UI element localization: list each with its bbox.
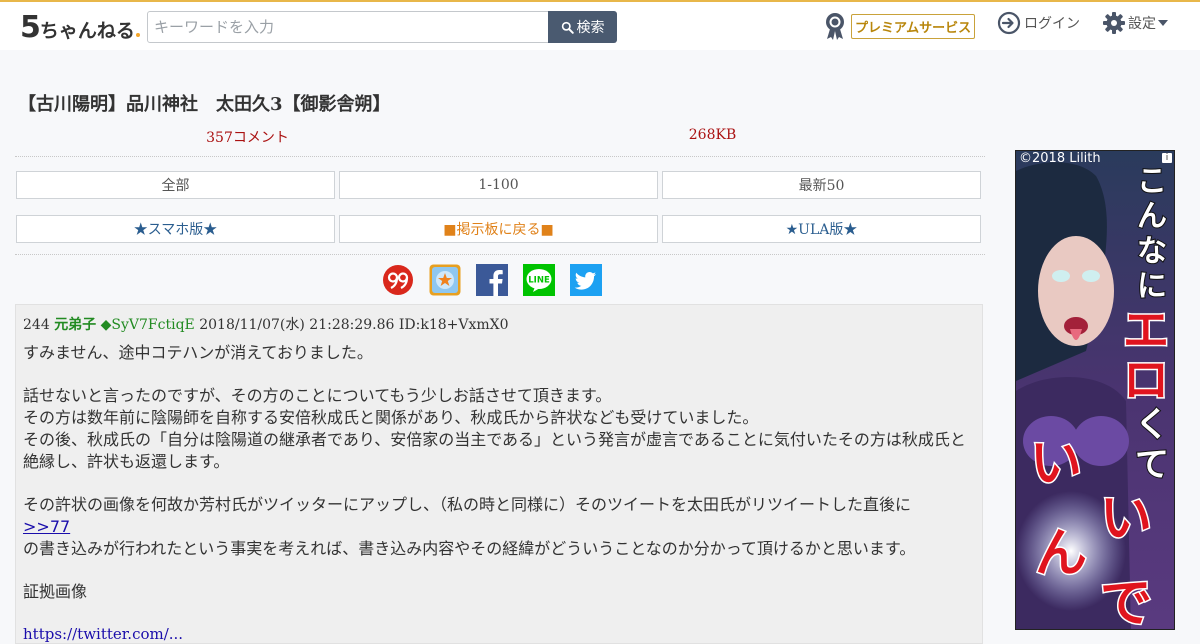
post-line: すみません、途中コテハンが消えておりました。 — [23, 343, 373, 362]
settings-label: 設定 — [1128, 16, 1156, 32]
poster-trip: ◆SyV7FctiqE — [100, 317, 195, 333]
svg-text:ん: ん — [1035, 524, 1087, 584]
post-line: の書き込みが行われたという事実を考えれば、書き込み内容やその経緯がどういうことな… — [23, 539, 916, 558]
gear-icon — [1103, 12, 1125, 34]
evidence-link[interactable]: https://twitter.com/... — [23, 625, 183, 643]
search-icon — [561, 21, 574, 34]
search-button-label: 検索 — [576, 20, 605, 36]
post-line: 証拠画像 — [23, 582, 88, 601]
search-input[interactable] — [147, 11, 550, 43]
svg-text:こ: こ — [1137, 164, 1167, 199]
facebook-icon[interactable] — [476, 264, 508, 296]
5ch-99-icon[interactable] — [382, 264, 414, 296]
svg-text:い: い — [1100, 489, 1152, 549]
login-label: ログイン — [1024, 16, 1080, 32]
thread-title: 【古川陽明】品川神社 太田久3【御影舎朔】 — [18, 94, 391, 115]
search-button[interactable]: 検索 — [548, 11, 617, 43]
version-nav-row: ★スマホ版★ ■掲示板に戻る■ ★ULA版★ — [16, 215, 981, 243]
share-buttons: LINE — [382, 264, 602, 296]
post-header: 244 元弟子 ◆SyV7FctiqE 2018/11/07(水) 21:28:… — [23, 314, 509, 334]
logo-dot — [135, 33, 140, 37]
svg-text:ん: ん — [1137, 199, 1167, 234]
thread-nav-row: 全部 1-100 最新50 — [16, 171, 981, 199]
post-number[interactable]: 244 — [23, 317, 50, 333]
premium-label: プレミアムサービス — [851, 13, 976, 39]
latest-50-button[interactable]: 最新50 — [662, 171, 981, 199]
settings-menu[interactable]: 設定 — [1102, 11, 1168, 35]
show-1-100-button[interactable]: 1-100 — [339, 171, 658, 199]
ad-artwork: こ ん な に エ ロ く て い い ん で — [1016, 151, 1174, 630]
divider — [15, 156, 985, 157]
advertisement-banner[interactable]: こ ん な に エ ロ く て い い ん で ©2018 Lilith i — [1015, 150, 1175, 630]
thread-size: 268KB — [688, 127, 737, 143]
site-header: 5ちゃんねる 検索 プレミアムサービス ログイン — [0, 2, 1200, 50]
award-ribbon-icon — [826, 13, 844, 40]
caret-down-icon — [1158, 20, 1168, 26]
line-icon-text: LINE — [528, 276, 550, 286]
svg-text:く: く — [1135, 405, 1169, 445]
site-logo[interactable]: 5ちゃんねる — [20, 10, 140, 45]
logo-number: 5 — [20, 10, 41, 45]
reply-anchor-link[interactable]: >>77 — [23, 517, 70, 536]
svg-text:な: な — [1137, 234, 1167, 269]
ula-version-button[interactable]: ★ULA版★ — [662, 215, 981, 243]
login-link[interactable]: ログイン — [997, 11, 1080, 35]
ad-info-icon[interactable]: i — [1162, 153, 1172, 163]
line-icon[interactable]: LINE — [523, 264, 555, 296]
twitter-icon[interactable] — [570, 264, 602, 296]
svg-text:に: に — [1137, 269, 1167, 304]
post-line: その方は数年前に陰陽師を自称する安倍秋成氏と関係があり、秋成氏から許状なども受け… — [23, 408, 759, 427]
smartphone-version-button[interactable]: ★スマホ版★ — [16, 215, 335, 243]
logo-text: ちゃんねる — [39, 20, 135, 42]
divider — [15, 254, 985, 255]
svg-text:ロ: ロ — [1123, 353, 1169, 407]
svg-text:エ: エ — [1123, 303, 1169, 357]
post-line: 話せないと言ったのですが、その方のことについてもう少しお話させて頂きます。 — [23, 386, 612, 405]
poster-name: 元弟子 — [54, 317, 97, 333]
comment-count: 357コメント — [206, 130, 289, 146]
back-to-board-button[interactable]: ■掲示板に戻る■ — [339, 215, 658, 243]
post-body: すみません、途中コテハンが消えておりました。 話せないと言ったのですが、その方の… — [23, 342, 978, 603]
svg-text:い: い — [1030, 434, 1082, 494]
bookmark-icon[interactable] — [429, 264, 461, 296]
post: 244 元弟子 ◆SyV7FctiqE 2018/11/07(水) 21:28:… — [15, 304, 983, 644]
post-line: その後、秋成氏の「自分は陰陽道の継承者であり、安倍家の当主である」という発言が虚… — [23, 430, 966, 471]
svg-text:て: て — [1135, 445, 1169, 485]
premium-service-link[interactable]: プレミアムサービス — [822, 11, 976, 41]
login-icon — [997, 11, 1021, 35]
post-line: その許状の画像を何故か芳村氏がツイッターにアップし、（私の時と同様に）そのツイー… — [23, 495, 912, 514]
svg-text:で: で — [1100, 574, 1152, 630]
show-all-button[interactable]: 全部 — [16, 171, 335, 199]
ad-copyright: ©2018 Lilith — [1019, 151, 1101, 166]
post-date: 2018/11/07(水) 21:28:29.86 ID:k18+VxmX0 — [199, 317, 509, 333]
